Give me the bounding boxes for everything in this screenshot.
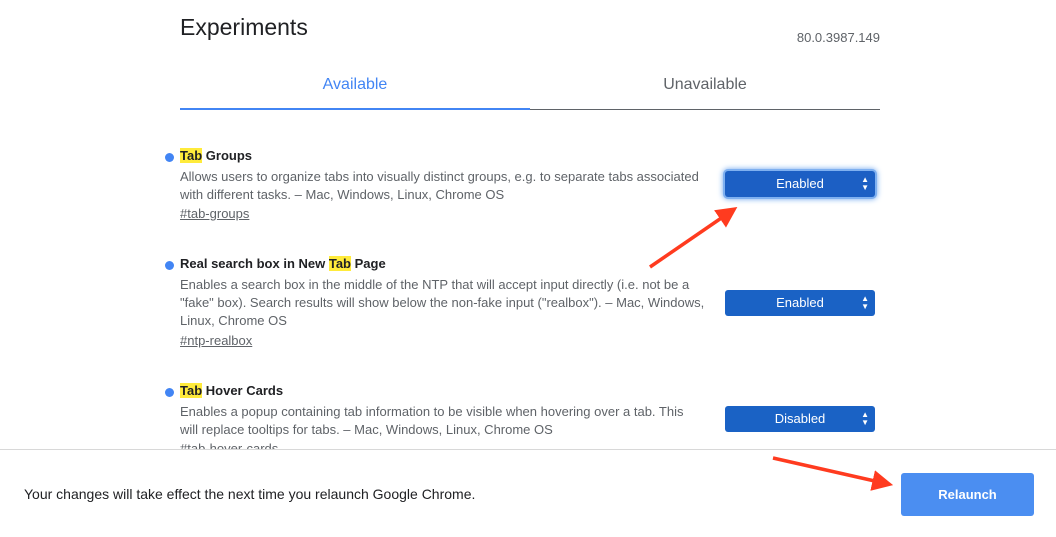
- annotation-overlay: [649, 207, 894, 491]
- annotation-arrow: [649, 207, 738, 269]
- annotation-arrow: [772, 456, 894, 491]
